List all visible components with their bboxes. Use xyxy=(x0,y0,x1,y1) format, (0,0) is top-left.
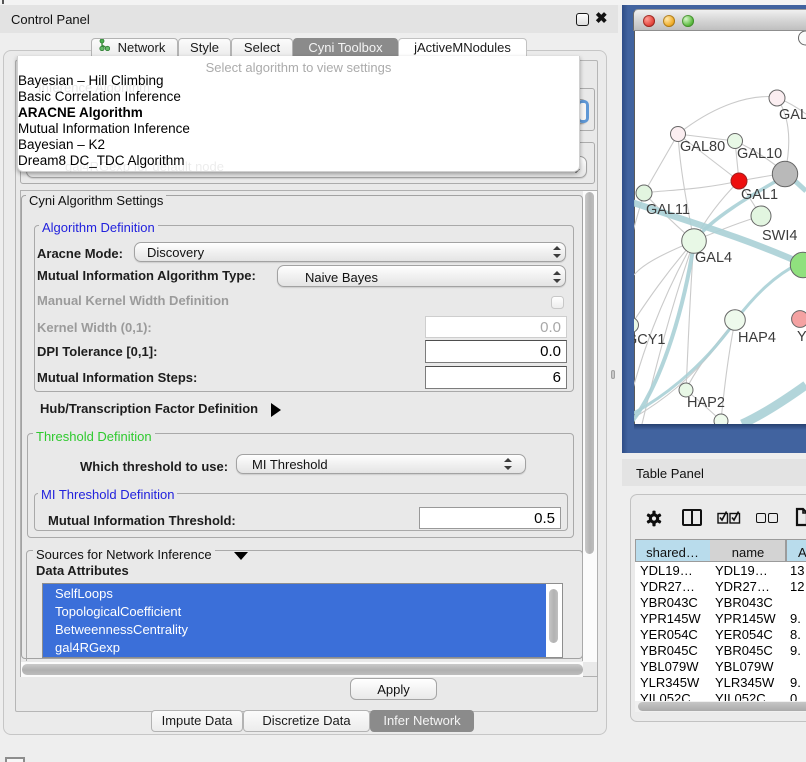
svg-text:GAL: GAL xyxy=(779,107,806,123)
svg-text:GAL4: GAL4 xyxy=(695,250,732,266)
svg-text:HAP2: HAP2 xyxy=(687,395,725,411)
svg-text:GAL1: GAL1 xyxy=(741,187,778,203)
svg-text:Y: Y xyxy=(797,329,806,345)
svg-text:SWI4: SWI4 xyxy=(762,228,797,244)
svg-text:GAL10: GAL10 xyxy=(737,146,782,162)
svg-text:GAL11: GAL11 xyxy=(646,202,690,218)
svg-text:HAP4: HAP4 xyxy=(738,330,776,346)
svg-text:GAL80: GAL80 xyxy=(680,139,725,155)
svg-text:GCY1: GCY1 xyxy=(634,332,666,348)
